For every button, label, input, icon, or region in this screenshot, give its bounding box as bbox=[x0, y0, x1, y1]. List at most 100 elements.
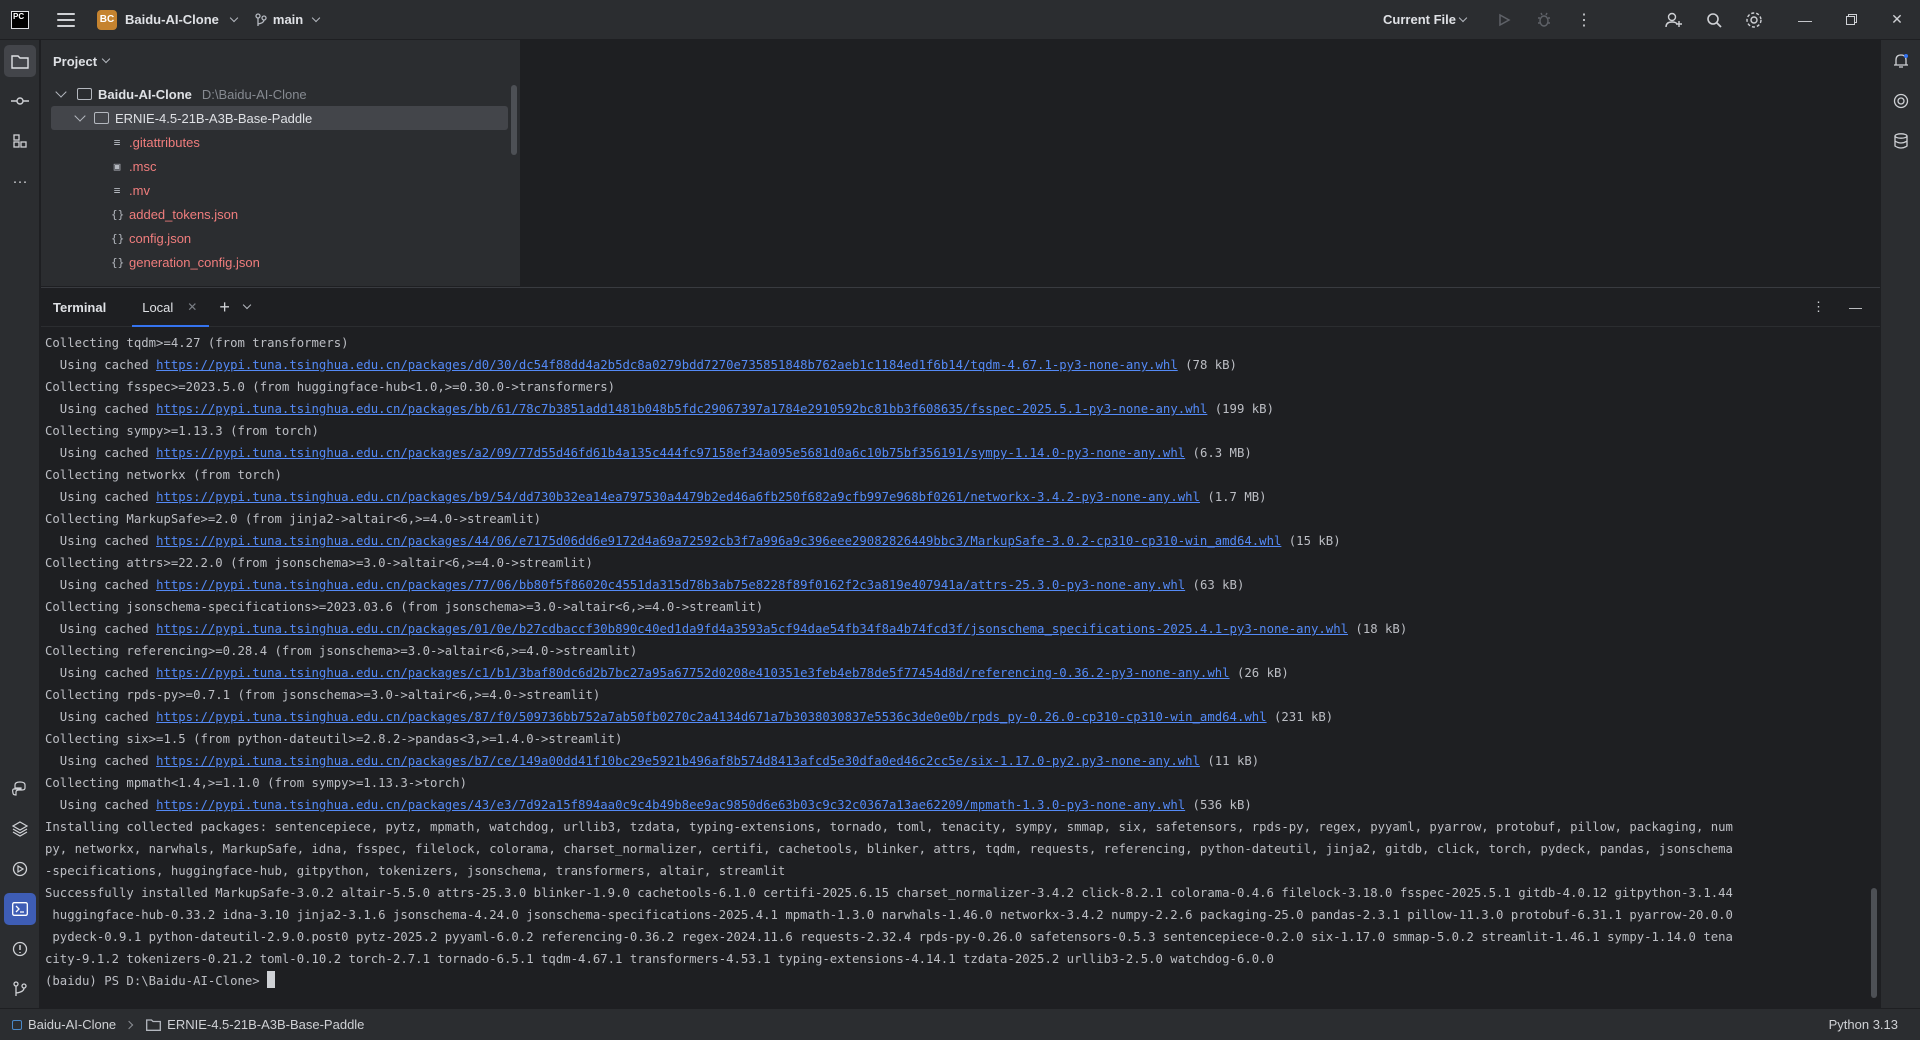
package-url-link[interactable]: https://pypi.tuna.tsinghua.edu.cn/packag… bbox=[156, 446, 1185, 460]
notifications-bell-icon[interactable] bbox=[1885, 45, 1917, 77]
run-configuration-selector[interactable]: Current File bbox=[1383, 12, 1468, 27]
tree-node-file[interactable]: {} config.json bbox=[41, 226, 520, 250]
terminal-tab-local[interactable]: Local ✕ bbox=[132, 288, 210, 327]
package-url-link[interactable]: https://pypi.tuna.tsinghua.edu.cn/packag… bbox=[156, 754, 1200, 768]
package-url-link[interactable]: https://pypi.tuna.tsinghua.edu.cn/packag… bbox=[156, 490, 1200, 504]
main-menu-icon[interactable] bbox=[57, 12, 75, 27]
folder-icon bbox=[146, 1018, 162, 1031]
run-icon[interactable] bbox=[1484, 0, 1524, 40]
terminal-line-text: huggingface-hub-0.33.2 idna-3.10 jinja2-… bbox=[45, 908, 1733, 922]
terminal-line-prefix: Using cached bbox=[45, 622, 157, 636]
pycharm-logo-icon: PC bbox=[11, 10, 29, 29]
package-url-link[interactable]: https://pypi.tuna.tsinghua.edu.cn/packag… bbox=[156, 666, 1230, 680]
close-window-icon[interactable]: ✕ bbox=[1874, 0, 1920, 40]
terminal-output[interactable]: Collecting tqdm>=4.27 (from transformers… bbox=[41, 327, 1871, 1007]
json-file-icon: {} bbox=[111, 231, 125, 245]
tree-node-file[interactable]: ≡ .mv bbox=[41, 178, 520, 202]
python-console-icon[interactable] bbox=[4, 773, 36, 805]
package-url-link[interactable]: https://pypi.tuna.tsinghua.edu.cn/packag… bbox=[156, 578, 1185, 592]
debug-icon[interactable] bbox=[1524, 0, 1564, 40]
terminal-line-text: city-9.1.2 tokenizers-0.21.2 toml-0.10.2… bbox=[45, 952, 1274, 966]
minimize-window-icon[interactable]: — bbox=[1782, 0, 1828, 40]
terminal-line-text: py, networkx, narwhals, MarkupSafe, idna… bbox=[45, 842, 1733, 856]
git-branch-icon bbox=[255, 12, 267, 26]
tree-node-ernie-folder[interactable]: ERNIE-4.5-21B-A3B-Base-Paddle bbox=[51, 106, 508, 130]
python-interpreter[interactable]: Python 3.13 bbox=[1829, 1017, 1898, 1032]
more-tool-windows-icon[interactable]: ··· bbox=[4, 165, 36, 197]
package-url-link[interactable]: https://pypi.tuna.tsinghua.edu.cn/packag… bbox=[156, 402, 1207, 416]
breadcrumb-folder[interactable]: ERNIE-4.5-21B-A3B-Base-Paddle bbox=[167, 1017, 364, 1032]
tree-node-label: .msc bbox=[129, 158, 157, 174]
close-tab-icon[interactable]: ✕ bbox=[187, 300, 197, 314]
terminal-line: Collecting jsonschema-specifications>=20… bbox=[45, 596, 1871, 618]
terminal-line-prefix: Using cached bbox=[45, 578, 157, 592]
terminal-line: Using cached https://pypi.tuna.tsinghua.… bbox=[45, 530, 1871, 552]
version-control-icon[interactable] bbox=[4, 973, 36, 1005]
chevron-down-icon bbox=[1458, 13, 1468, 22]
terminal-line-text: Collecting tqdm>=4.27 (from transformers… bbox=[45, 336, 349, 350]
expand-arrow-icon[interactable] bbox=[55, 86, 67, 98]
tree-node-label: Baidu-AI-Clone bbox=[98, 86, 192, 102]
services-icon[interactable] bbox=[4, 853, 36, 885]
project-folder-icon[interactable] bbox=[4, 45, 36, 77]
package-url-link[interactable]: https://pypi.tuna.tsinghua.edu.cn/packag… bbox=[156, 798, 1185, 812]
restore-window-icon[interactable] bbox=[1828, 0, 1874, 40]
package-size: (231 kB) bbox=[1266, 710, 1334, 724]
package-url-link[interactable]: https://pypi.tuna.tsinghua.edu.cn/packag… bbox=[156, 710, 1267, 724]
terminal-line-prefix: Using cached bbox=[45, 710, 157, 724]
tree-node-file[interactable]: ▣ .msc bbox=[41, 154, 520, 178]
more-actions-icon[interactable]: ⋮ bbox=[1564, 0, 1604, 40]
project-panel-title: Project bbox=[53, 53, 98, 69]
branch-name: main bbox=[272, 12, 304, 27]
add-user-icon[interactable] bbox=[1654, 0, 1694, 40]
terminal-line: -specifications, huggingface-hub, gitpyt… bbox=[45, 860, 1871, 882]
breadcrumb: Baidu-AI-Clone ERNIE-4.5-21B-A3B-Base-Pa… bbox=[12, 1017, 364, 1032]
expand-arrow-icon[interactable] bbox=[74, 110, 86, 122]
new-terminal-tab-icon[interactable]: + bbox=[219, 297, 230, 318]
terminal-options-icon[interactable]: ⋮ bbox=[1812, 299, 1825, 315]
terminal-line: Collecting attrs>=22.2.0 (from jsonschem… bbox=[45, 552, 1871, 574]
commit-icon[interactable] bbox=[4, 85, 36, 117]
problems-icon[interactable] bbox=[4, 933, 36, 965]
terminal-scrollbar[interactable] bbox=[1871, 888, 1877, 998]
chevron-down-icon[interactable] bbox=[242, 300, 252, 310]
terminal-line: Collecting tqdm>=4.27 (from transformers… bbox=[45, 332, 1871, 354]
settings-gear-icon[interactable] bbox=[1734, 0, 1774, 40]
project-scrollbar[interactable] bbox=[511, 85, 517, 155]
editor-area bbox=[522, 40, 1880, 286]
tree-node-project-root[interactable]: Baidu-AI-Clone D:\Baidu-AI-Clone bbox=[41, 82, 520, 106]
package-url-link[interactable]: https://pypi.tuna.tsinghua.edu.cn/packag… bbox=[156, 534, 1281, 548]
package-url-link[interactable]: https://pypi.tuna.tsinghua.edu.cn/packag… bbox=[156, 622, 1348, 636]
branch-switcher[interactable]: main bbox=[255, 12, 321, 27]
breadcrumb-project[interactable]: Baidu-AI-Clone bbox=[28, 1017, 116, 1032]
ai-assistant-icon[interactable] bbox=[1885, 85, 1917, 117]
project-switcher[interactable]: BC Baidu-AI-Clone bbox=[97, 9, 239, 30]
terminal-prompt: (baidu) PS D:\Baidu-AI-Clone> bbox=[45, 974, 268, 988]
terminal-line: Using cached https://pypi.tuna.tsinghua.… bbox=[45, 574, 1871, 596]
structure-icon[interactable] bbox=[4, 125, 36, 157]
terminal-line: huggingface-hub-0.33.2 idna-3.10 jinja2-… bbox=[45, 904, 1871, 926]
database-icon[interactable] bbox=[1885, 125, 1917, 157]
terminal-line-text: Collecting referencing>=0.28.4 (from jso… bbox=[45, 644, 638, 658]
hide-panel-icon[interactable]: — bbox=[1849, 300, 1862, 315]
terminal-line: Collecting MarkupSafe>=2.0 (from jinja2-… bbox=[45, 508, 1871, 530]
terminal-line-text: Collecting jsonschema-specifications>=20… bbox=[45, 600, 764, 614]
python-packages-icon[interactable] bbox=[4, 813, 36, 845]
terminal-line: Collecting sympy>=1.13.3 (from torch) bbox=[45, 420, 1871, 442]
terminal-line: Collecting referencing>=0.28.4 (from jso… bbox=[45, 640, 1871, 662]
terminal-prompt-line[interactable]: (baidu) PS D:\Baidu-AI-Clone> bbox=[45, 970, 1871, 992]
package-size: (6.3 MB) bbox=[1185, 446, 1252, 460]
tree-node-file[interactable]: ≡ .gitattributes bbox=[41, 130, 520, 154]
tree-node-path: D:\Baidu-AI-Clone bbox=[201, 86, 307, 102]
terminal-line: Using cached https://pypi.tuna.tsinghua.… bbox=[45, 486, 1871, 508]
tree-node-file[interactable]: {} added_tokens.json bbox=[41, 202, 520, 226]
title-bar: PC BC Baidu-AI-Clone main Current File ⋮… bbox=[0, 0, 1920, 40]
tree-node-label: generation_config.json bbox=[129, 254, 260, 270]
project-panel-header[interactable]: Project bbox=[41, 40, 520, 82]
tree-node-file[interactable]: {} generation_config.json bbox=[41, 250, 520, 274]
package-url-link[interactable]: https://pypi.tuna.tsinghua.edu.cn/packag… bbox=[156, 358, 1178, 372]
terminal-cursor bbox=[267, 971, 276, 988]
terminal-icon[interactable] bbox=[4, 893, 36, 925]
terminal-line: Collecting fsspec>=2023.5.0 (from huggin… bbox=[45, 376, 1871, 398]
search-icon[interactable] bbox=[1694, 0, 1734, 40]
